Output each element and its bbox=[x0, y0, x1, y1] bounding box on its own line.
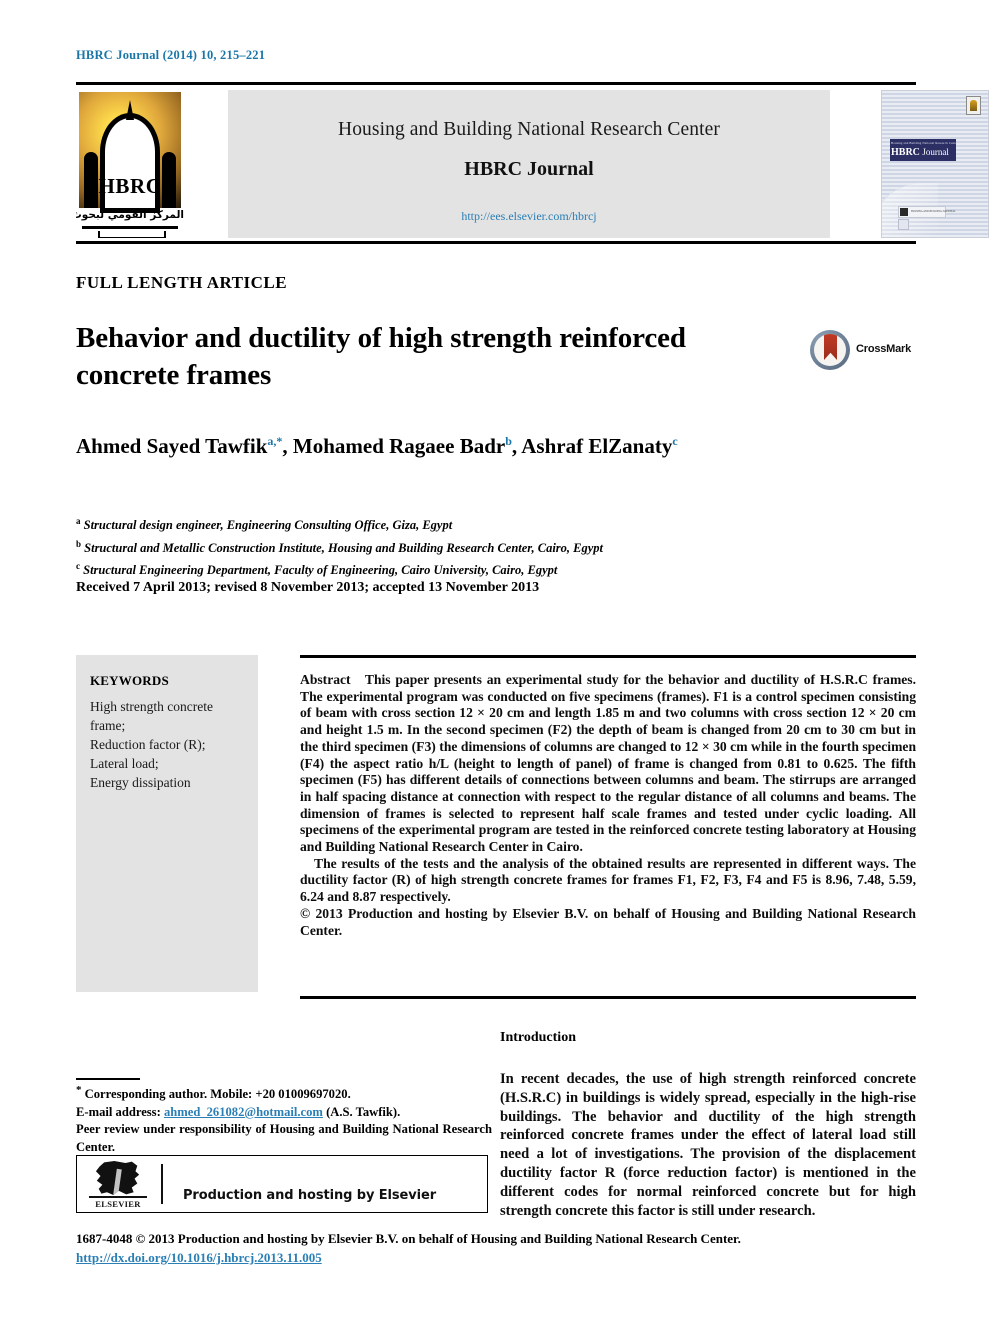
author-list: Ahmed Sayed Tawfika,*, Mohamed Ragaee Ba… bbox=[76, 434, 678, 458]
article-history: Received 7 April 2013; revised 8 Novembe… bbox=[76, 580, 540, 595]
cover-title-bold: HBRC bbox=[891, 147, 920, 158]
crossmark-icon bbox=[810, 330, 850, 370]
elsevier-production-box: ELSEVIER Production and hosting by Elsev… bbox=[76, 1155, 488, 1213]
abstract-label: Abstract bbox=[300, 672, 351, 687]
masthead-rule-top bbox=[76, 82, 916, 85]
abstract-rule-bottom bbox=[300, 996, 916, 999]
keywords-heading: KEYWORDS bbox=[90, 673, 169, 688]
abstract-paragraph-2: The results of the tests and the analysi… bbox=[300, 855, 916, 905]
affiliation-text: Structural and Metallic Construction Ins… bbox=[84, 540, 604, 555]
publisher-organization: Housing and Building National Research C… bbox=[338, 119, 720, 140]
email-label: E-mail address: bbox=[76, 1104, 161, 1119]
author-name: Mohamed Ragaee Badr bbox=[292, 434, 506, 458]
footnote-rule bbox=[76, 1078, 140, 1080]
cover-caption: HOUSING AND BUILDING NATIONAL bbox=[911, 209, 956, 213]
cover-subtitle: Housing and Building National Research C… bbox=[891, 141, 959, 145]
logo-arabic-text: المركز القومي لبحوث الإسكان والبناء bbox=[76, 209, 184, 221]
author-marks[interactable]: b bbox=[505, 434, 512, 448]
keyword-item: Reduction factor (R); bbox=[90, 737, 206, 752]
elsevier-logo: ELSEVIER bbox=[89, 1161, 147, 1209]
affiliation-mark: a bbox=[76, 516, 81, 526]
journal-title: HBRC Journal bbox=[464, 158, 594, 180]
affiliation-mark: c bbox=[76, 561, 80, 572]
author-marks[interactable]: c bbox=[672, 434, 677, 448]
keywords-list: High strength concrete frame; Reduction … bbox=[90, 697, 248, 792]
abstract-rule-top bbox=[300, 655, 916, 658]
elsevier-wordmark: ELSEVIER bbox=[89, 1196, 147, 1209]
affiliation-item: a Structural design engineer, Engineerin… bbox=[76, 512, 916, 535]
affiliation-item: b Structural and Metallic Construction I… bbox=[76, 535, 916, 558]
introduction-heading: Introduction bbox=[500, 1030, 576, 1045]
hbrc-logo: HBRC المركز القومي لبحوث الإسكان والبناء bbox=[76, 90, 184, 238]
email-note: E-mail address: ahmed_261082@hotmail.com… bbox=[76, 1104, 492, 1122]
journal-cover-thumbnail: Housing and Building National Research C… bbox=[881, 90, 989, 238]
cover-title: HBRC Journal bbox=[891, 147, 949, 158]
article-type-kicker: FULL LENGTH ARTICLE bbox=[76, 273, 288, 292]
cover-bar-graphic: HOUSING AND BUILDING NATIONAL bbox=[898, 206, 956, 218]
author-name: Ashraf ElZanaty bbox=[521, 434, 673, 458]
affiliation-item: c Structural Engineering Department, Fac… bbox=[76, 557, 916, 580]
footnote-block: * Corresponding author. Mobile: +20 0100… bbox=[76, 1082, 492, 1156]
masthead-rule-bottom bbox=[76, 241, 916, 244]
cover-block-graphic bbox=[898, 219, 909, 230]
abstract-paragraph-1: This paper presents an experimental stud… bbox=[300, 672, 916, 855]
logo-acronym: HBRC bbox=[98, 174, 162, 198]
corresponding-author-text: Corresponding author. Mobile: +20 010096… bbox=[84, 1087, 351, 1102]
affiliation-list: a Structural design engineer, Engineerin… bbox=[76, 512, 916, 580]
peer-review-note: Peer review under responsibility of Hous… bbox=[76, 1122, 492, 1154]
elsevier-tree-icon bbox=[95, 1161, 140, 1195]
affiliation-text: Structural Engineering Department, Facul… bbox=[83, 563, 558, 578]
crossmark-inner bbox=[814, 334, 846, 366]
journal-masthead: HBRC المركز القومي لبحوث الإسكان والبناء… bbox=[76, 88, 989, 240]
keyword-item: Energy dissipation bbox=[90, 775, 191, 790]
affiliation-mark: b bbox=[76, 538, 82, 549]
corresponding-author-note: * Corresponding author. Mobile: +20 0100… bbox=[76, 1082, 492, 1104]
cover-stamp-icon bbox=[966, 96, 981, 115]
journal-url-link[interactable]: http://ees.elsevier.com/hbrcj bbox=[228, 209, 830, 224]
cover-title-light: Journal bbox=[922, 147, 949, 157]
keyword-item: Lateral load; bbox=[90, 756, 159, 771]
logo-foot bbox=[98, 231, 166, 238]
page-title: Behavior and ductility of high strength … bbox=[76, 322, 686, 391]
abstract-block: Abstract This paper presents an experime… bbox=[300, 672, 916, 939]
bookmark-ribbon-icon bbox=[824, 334, 837, 360]
keywords-panel: KEYWORDS High strength concrete frame; R… bbox=[76, 655, 258, 992]
masthead-center-panel: Housing and Building National Research C… bbox=[228, 90, 830, 238]
email-suffix: (A.S. Tawfik). bbox=[326, 1104, 401, 1119]
article-page: HBRC Journal (2014) 10, 215–221 HBRC الم… bbox=[0, 0, 992, 1323]
author-marks[interactable]: a,* bbox=[267, 434, 282, 448]
introduction-body: In recent decades, the use of high stren… bbox=[500, 1071, 916, 1219]
running-head: HBRC Journal (2014) 10, 215–221 bbox=[76, 48, 266, 62]
crossmark-label: CrossMark bbox=[856, 343, 912, 355]
elsevier-divider bbox=[161, 1164, 163, 1204]
abstract-paragraph: Abstract This paper presents an experime… bbox=[300, 672, 916, 856]
asterisk-icon: * bbox=[76, 1084, 82, 1096]
keyword-item: High strength concrete frame; bbox=[90, 699, 213, 733]
bottom-copyright: 1687-4048 © 2013 Production and hosting … bbox=[76, 1231, 741, 1246]
affiliation-text: Structural design engineer, Engineering … bbox=[83, 518, 453, 533]
email-link[interactable]: ahmed_261082@hotmail.com bbox=[164, 1105, 323, 1119]
author-name: Ahmed Sayed Tawfik bbox=[76, 434, 268, 458]
elsevier-production-text: Production and hosting by Elsevier bbox=[183, 1188, 437, 1203]
abstract-rights: © 2013 Production and hosting by Elsevie… bbox=[300, 905, 916, 938]
crossmark-badge[interactable]: CrossMark bbox=[810, 330, 914, 372]
doi-link[interactable]: http://dx.doi.org/10.1016/j.hbrcj.2013.1… bbox=[76, 1250, 322, 1266]
